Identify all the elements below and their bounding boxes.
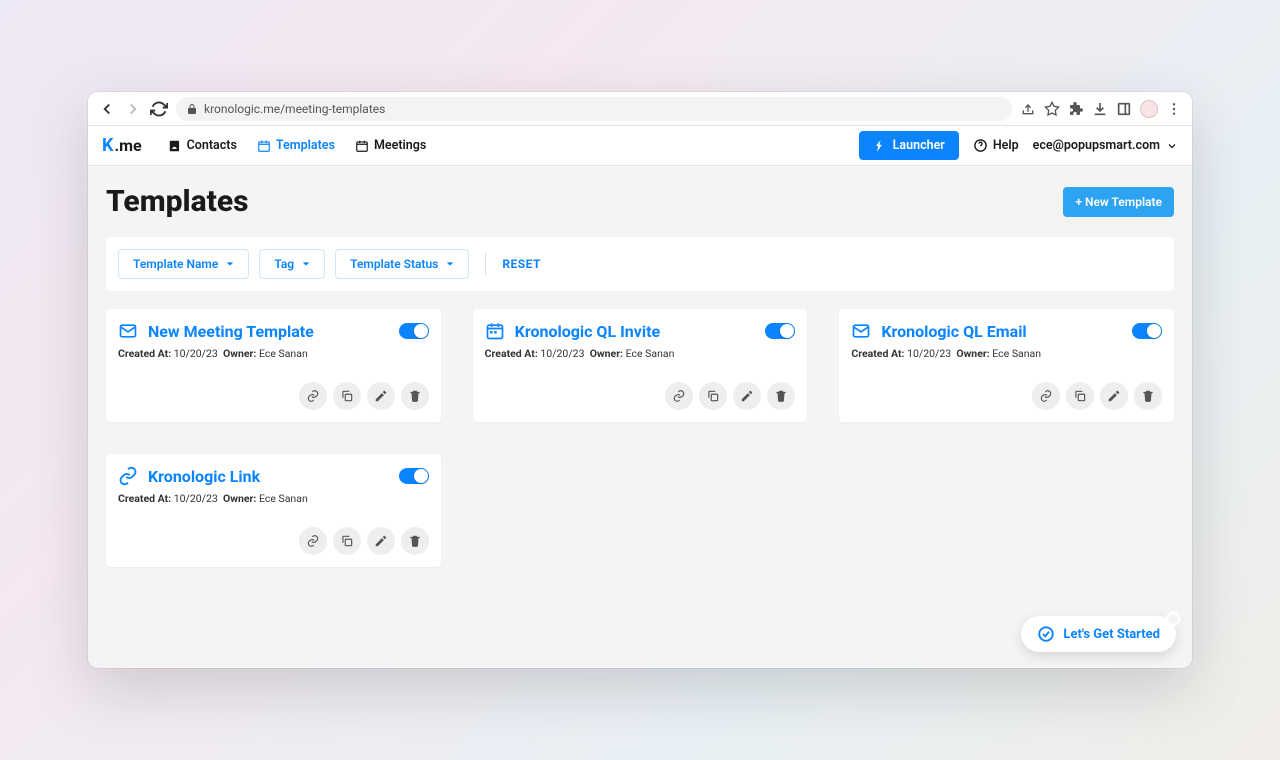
card-actions bbox=[118, 382, 429, 410]
mail-icon bbox=[851, 321, 871, 341]
new-template-button[interactable]: + New Template bbox=[1063, 187, 1174, 217]
get-started-label: Let's Get Started bbox=[1063, 627, 1160, 642]
copy-link-button[interactable] bbox=[665, 382, 693, 410]
main-nav: Contacts Templates Meetings bbox=[158, 132, 437, 159]
card-actions bbox=[851, 382, 1162, 410]
reload-button[interactable] bbox=[150, 100, 168, 118]
content-area: Templates + New Template Template Name T… bbox=[88, 166, 1192, 668]
logo[interactable]: K.me bbox=[102, 135, 142, 156]
copy-link-button[interactable] bbox=[1032, 382, 1060, 410]
user-menu[interactable]: ece@popupsmart.com bbox=[1033, 138, 1178, 153]
enable-toggle[interactable] bbox=[399, 323, 429, 339]
nav-meetings[interactable]: Meetings bbox=[345, 132, 436, 159]
duplicate-button[interactable] bbox=[333, 382, 361, 410]
duplicate-button[interactable] bbox=[1066, 382, 1094, 410]
caret-down-icon bbox=[446, 260, 454, 268]
edit-button[interactable] bbox=[367, 527, 395, 555]
help-label: Help bbox=[993, 138, 1019, 153]
nav-contacts-label: Contacts bbox=[187, 138, 237, 153]
app-header: K.me Contacts Templates Meetings Launche… bbox=[88, 126, 1192, 166]
card-header: New Meeting Template bbox=[118, 321, 429, 341]
card-meta: Created At: 10/20/23 Owner: Ece Sanan bbox=[118, 347, 429, 360]
filter-tag[interactable]: Tag bbox=[259, 249, 325, 279]
card-actions bbox=[485, 382, 796, 410]
edit-button[interactable] bbox=[367, 382, 395, 410]
duplicate-button[interactable] bbox=[699, 382, 727, 410]
panel-icon[interactable] bbox=[1116, 101, 1132, 117]
delete-button[interactable] bbox=[767, 382, 795, 410]
browser-window: kronologic.me/meeting-templates K.me bbox=[88, 92, 1192, 668]
rocket-icon bbox=[873, 139, 887, 153]
launcher-label: Launcher bbox=[893, 138, 945, 153]
copy-link-button[interactable] bbox=[299, 527, 327, 555]
forward-button[interactable] bbox=[124, 100, 142, 118]
mail-icon bbox=[118, 321, 138, 341]
copy-link-button[interactable] bbox=[299, 382, 327, 410]
profile-avatar[interactable] bbox=[1140, 100, 1158, 118]
share-icon[interactable] bbox=[1020, 101, 1036, 117]
caret-down-icon bbox=[302, 260, 310, 268]
address-bar[interactable]: kronologic.me/meeting-templates bbox=[176, 97, 1012, 121]
url-text: kronologic.me/meeting-templates bbox=[204, 102, 385, 116]
calendar-icon bbox=[485, 321, 505, 341]
enable-toggle[interactable] bbox=[1132, 323, 1162, 339]
bookmark-icon[interactable] bbox=[1044, 101, 1060, 117]
template-grid: New Meeting Template Created At: 10/20/2… bbox=[106, 309, 1174, 567]
template-card[interactable]: Kronologic Link Created At: 10/20/23 Own… bbox=[106, 454, 441, 567]
contacts-icon bbox=[168, 139, 182, 153]
card-actions bbox=[118, 527, 429, 555]
template-card[interactable]: Kronologic QL Email Created At: 10/20/23… bbox=[839, 309, 1174, 422]
check-circle-icon bbox=[1037, 625, 1055, 643]
nav-meetings-label: Meetings bbox=[374, 138, 426, 153]
help-icon bbox=[973, 138, 988, 153]
get-started-button[interactable]: Let's Get Started bbox=[1021, 616, 1176, 652]
card-meta: Created At: 10/20/23 Owner: Ece Sanan bbox=[485, 347, 796, 360]
card-header: Kronologic QL Email bbox=[851, 321, 1162, 341]
lock-icon bbox=[186, 103, 198, 115]
extensions-icon[interactable] bbox=[1068, 101, 1084, 117]
header-right: Launcher Help ece@popupsmart.com bbox=[859, 131, 1178, 160]
duplicate-button[interactable] bbox=[333, 527, 361, 555]
notification-dot bbox=[1166, 612, 1180, 626]
page-title: Templates bbox=[106, 184, 249, 219]
divider bbox=[485, 252, 486, 276]
delete-button[interactable] bbox=[1134, 382, 1162, 410]
download-icon[interactable] bbox=[1092, 101, 1108, 117]
card-title: Kronologic Link bbox=[148, 467, 389, 486]
calendar-icon bbox=[257, 139, 271, 153]
delete-button[interactable] bbox=[401, 527, 429, 555]
card-meta: Created At: 10/20/23 Owner: Ece Sanan bbox=[851, 347, 1162, 360]
edit-button[interactable] bbox=[1100, 382, 1128, 410]
caret-down-icon bbox=[226, 260, 234, 268]
menu-icon[interactable] bbox=[1166, 101, 1182, 117]
card-header: Kronologic Link bbox=[118, 466, 429, 486]
page-title-row: Templates + New Template bbox=[106, 184, 1174, 219]
template-card[interactable]: New Meeting Template Created At: 10/20/2… bbox=[106, 309, 441, 422]
card-title: Kronologic QL Email bbox=[881, 322, 1122, 341]
nav-contacts[interactable]: Contacts bbox=[158, 132, 247, 159]
card-title: New Meeting Template bbox=[148, 322, 389, 341]
template-card[interactable]: Kronologic QL Invite Created At: 10/20/2… bbox=[473, 309, 808, 422]
card-header: Kronologic QL Invite bbox=[485, 321, 796, 341]
enable-toggle[interactable] bbox=[765, 323, 795, 339]
filter-template-status[interactable]: Template Status bbox=[335, 249, 469, 279]
card-title: Kronologic QL Invite bbox=[515, 322, 756, 341]
card-meta: Created At: 10/20/23 Owner: Ece Sanan bbox=[118, 492, 429, 505]
filter-template-name[interactable]: Template Name bbox=[118, 249, 249, 279]
back-button[interactable] bbox=[98, 100, 116, 118]
help-link[interactable]: Help bbox=[973, 138, 1019, 153]
nav-templates-label: Templates bbox=[276, 138, 335, 153]
chevron-down-icon bbox=[1166, 140, 1178, 152]
edit-button[interactable] bbox=[733, 382, 761, 410]
link-icon bbox=[118, 466, 138, 486]
launcher-button[interactable]: Launcher bbox=[859, 131, 959, 160]
delete-button[interactable] bbox=[401, 382, 429, 410]
browser-toolbar: kronologic.me/meeting-templates bbox=[88, 92, 1192, 126]
reset-filters[interactable]: RESET bbox=[502, 257, 541, 271]
enable-toggle[interactable] bbox=[399, 468, 429, 484]
calendar-icon bbox=[355, 139, 369, 153]
filter-bar: Template Name Tag Template Status RESET bbox=[106, 237, 1174, 291]
user-email-label: ece@popupsmart.com bbox=[1033, 138, 1160, 153]
nav-templates[interactable]: Templates bbox=[247, 132, 345, 159]
